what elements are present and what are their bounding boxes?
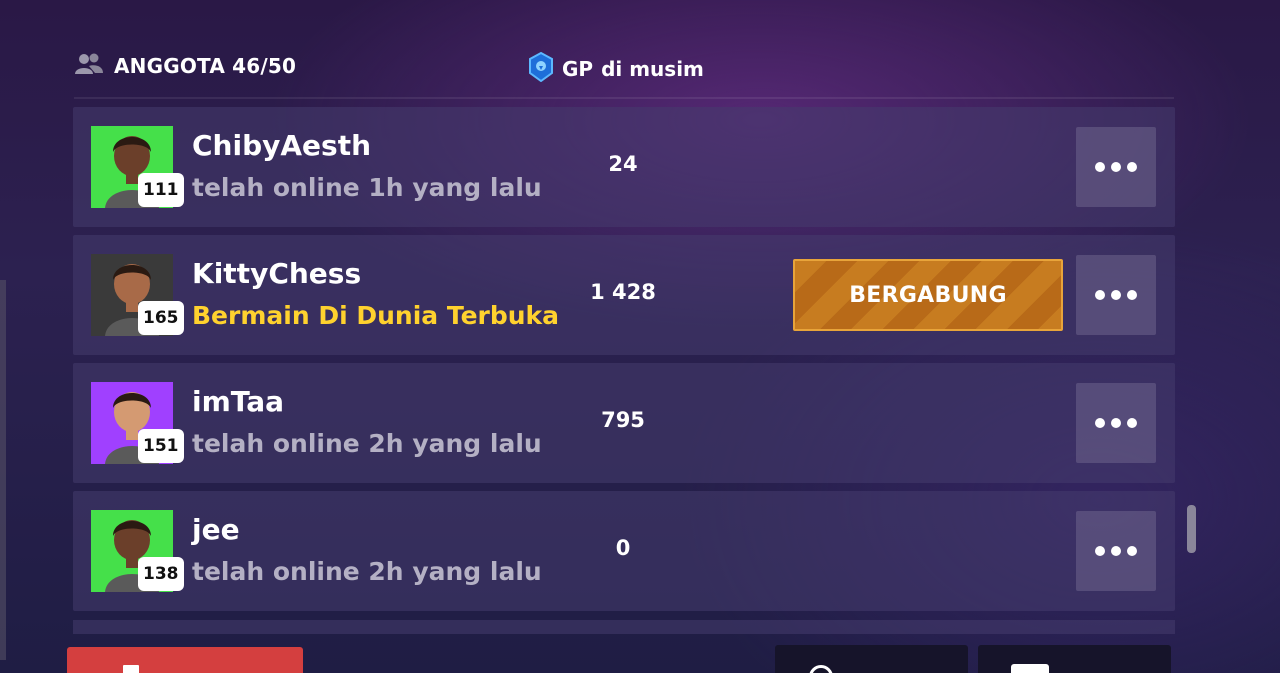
member-name: KittyChess [192, 257, 362, 290]
member-gp: 24 [608, 152, 638, 176]
more-dots-icon [1095, 162, 1137, 172]
list-item[interactable]: 165 KittyChess Bermain Di Dunia Terbuka 1 4… [73, 235, 1175, 355]
member-status: telah online 2h yang lalu [192, 429, 542, 458]
member-status: telah online 1h yang lalu [192, 173, 542, 202]
member-gp: 1 428 [590, 280, 656, 304]
chat-icon [1011, 664, 1049, 673]
people-icon [74, 52, 104, 80]
list-item[interactable]: 111 ChibyAesth telah online 1h yang lalu 24 [73, 107, 1175, 227]
members-count: ANGGOTA 46/50 [74, 52, 296, 80]
more-options-button[interactable] [1076, 255, 1156, 335]
member-status: telah online 2h yang lalu [192, 557, 542, 586]
member-name: jee [192, 513, 240, 546]
more-dots-icon [1095, 546, 1137, 556]
gp-header: GP di musim [528, 51, 704, 86]
level-badge: 151 [138, 429, 184, 463]
scrollbar[interactable] [1187, 505, 1196, 553]
level-badge: 165 [138, 301, 184, 335]
members-list: 111 ChibyAesth telah online 1h yang lalu 24… [73, 107, 1175, 619]
members-header: ANGGOTA 46/50 GP di musim [0, 51, 1280, 83]
list-item[interactable]: 138 jee telah online 2h yang lalu 0 [73, 491, 1175, 611]
gp-label: GP [562, 57, 594, 81]
search-icon [809, 665, 833, 673]
chat-button[interactable] [978, 645, 1171, 673]
member-gp: 0 [615, 536, 631, 560]
gp-shield-icon [528, 51, 554, 86]
more-options-button[interactable] [1076, 127, 1156, 207]
exit-icon [123, 665, 139, 673]
list-item-partial [73, 620, 1175, 634]
left-edge-bar [0, 280, 6, 660]
more-dots-icon [1095, 290, 1137, 300]
header-divider [74, 97, 1174, 99]
more-options-button[interactable] [1076, 383, 1156, 463]
level-badge: 138 [138, 557, 184, 591]
more-dots-icon [1095, 418, 1137, 428]
member-status: Bermain Di Dunia Terbuka [192, 301, 560, 330]
member-gp: 795 [601, 408, 645, 432]
leave-club-button[interactable] [67, 647, 303, 673]
level-badge: 111 [138, 173, 184, 207]
member-name: imTaa [192, 385, 285, 418]
members-label: ANGGOTA 46/50 [114, 54, 297, 78]
join-button[interactable]: BERGABUNG [793, 259, 1063, 331]
gp-suffix: di musim [601, 57, 704, 81]
more-options-button[interactable] [1076, 511, 1156, 591]
list-item[interactable]: 151 imTaa telah online 2h yang lalu 795 [73, 363, 1175, 483]
search-button[interactable] [775, 645, 968, 673]
member-name: ChibyAesth [192, 129, 372, 162]
